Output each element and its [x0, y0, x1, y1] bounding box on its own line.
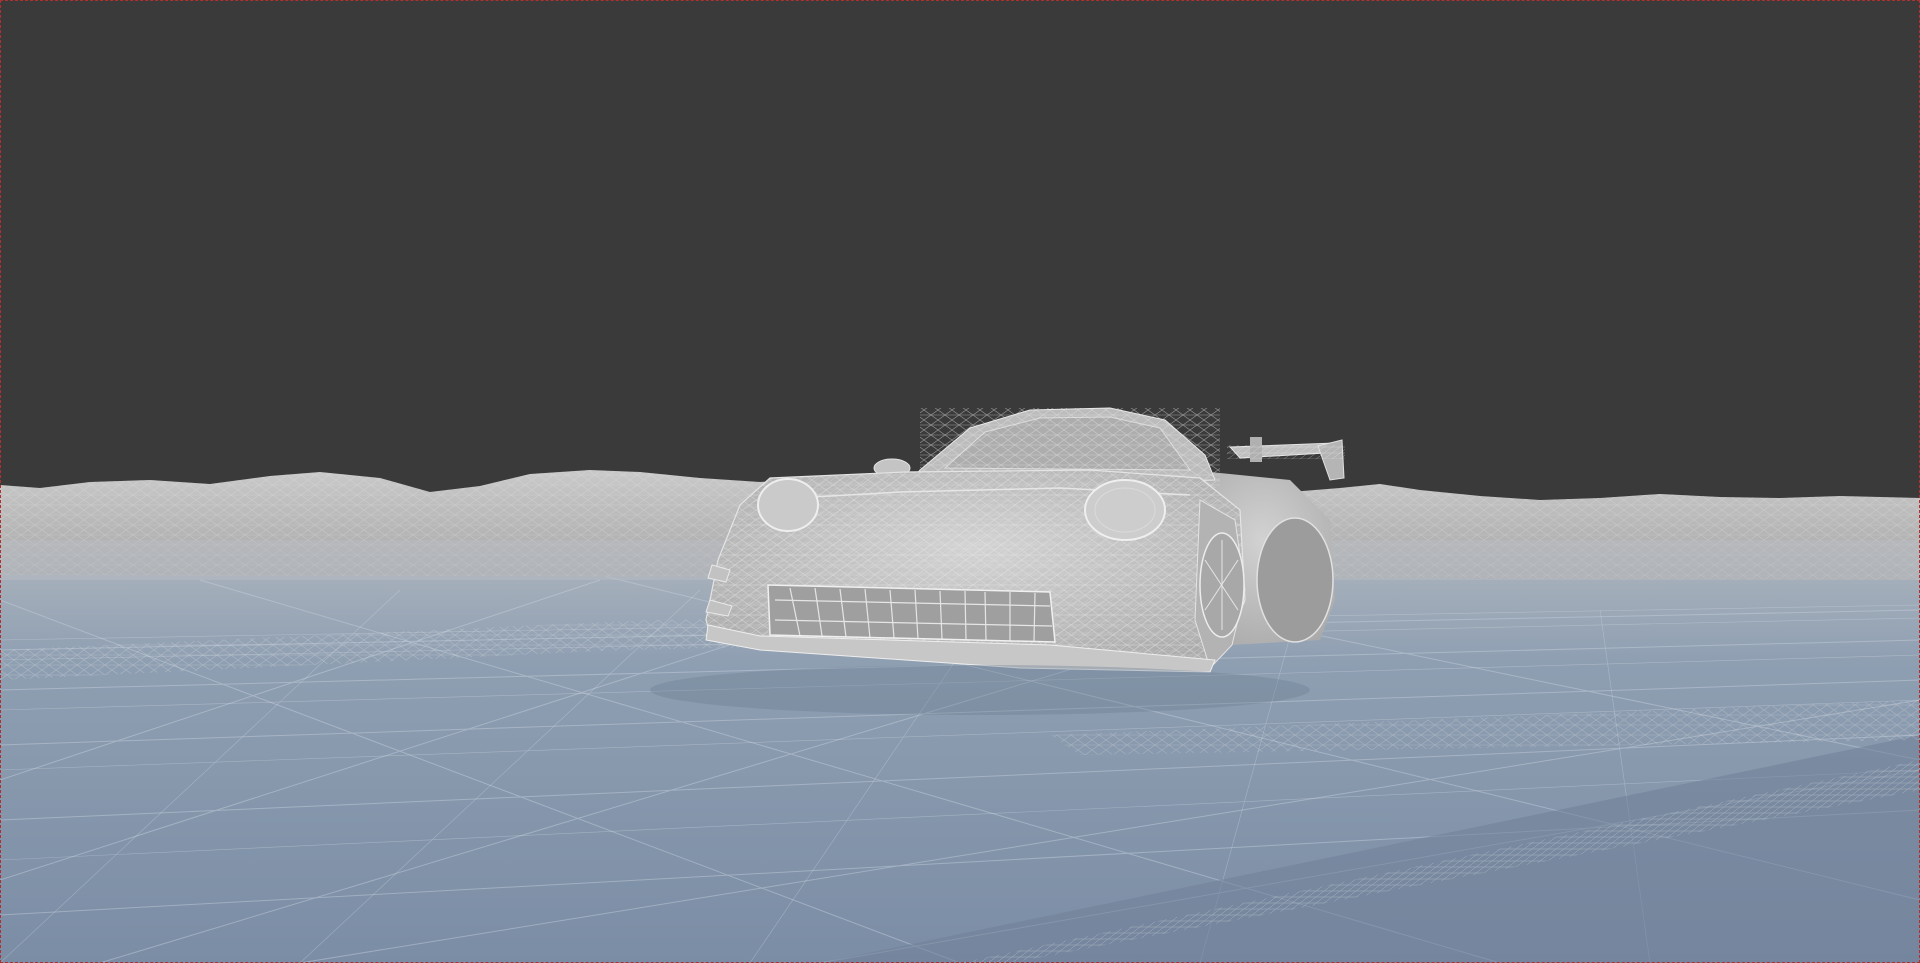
front-grille [767, 584, 1056, 643]
headlight-left [757, 478, 819, 532]
rear-wheel [1256, 517, 1334, 643]
car-shadow [650, 665, 1310, 715]
viewport-render [0, 0, 1920, 963]
3d-viewport[interactable] [0, 0, 1920, 963]
headlight-right [1084, 479, 1166, 541]
